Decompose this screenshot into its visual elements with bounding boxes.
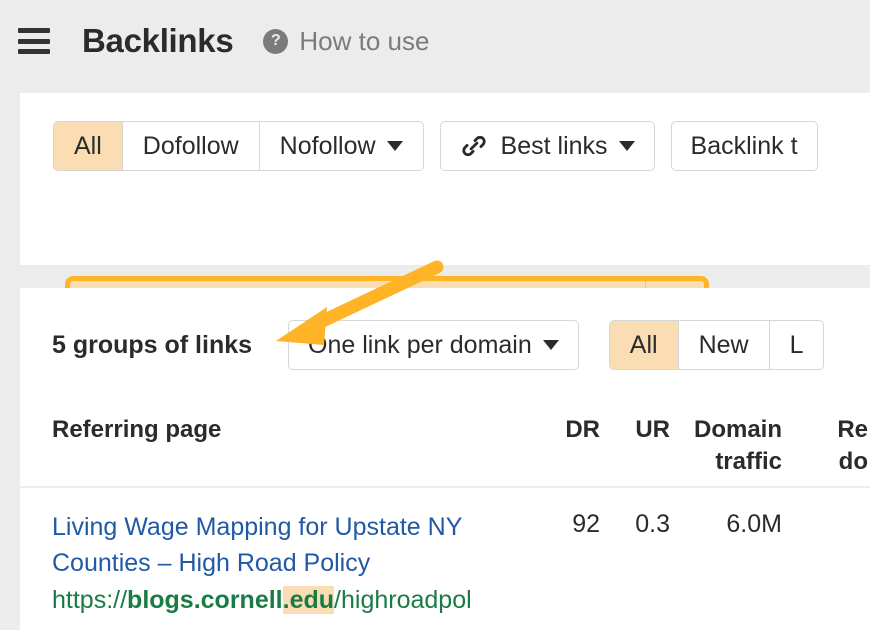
state-tab-lost[interactable]: L bbox=[770, 321, 824, 369]
how-to-use-label: How to use bbox=[299, 25, 430, 56]
url-domain: blogs.cornell bbox=[127, 586, 283, 614]
chevron-down-icon bbox=[386, 141, 403, 151]
column-header-domain-traffic[interactable]: Domain traffic bbox=[670, 414, 782, 479]
ur-value: 0.3 bbox=[635, 510, 670, 538]
column-header-referring-page[interactable]: Referring page bbox=[20, 414, 532, 446]
url-path: /highroadpol bbox=[334, 586, 472, 614]
url-domain-tld-highlight: .edu bbox=[282, 586, 335, 614]
app-header: Backlinks ? How to use bbox=[0, 0, 870, 82]
dr-value: 92 bbox=[572, 510, 600, 538]
how-to-use-link[interactable]: ? How to use bbox=[263, 26, 429, 57]
backlink-type-label: Backlink t bbox=[690, 131, 798, 160]
results-panel: 5 groups of links One link per domain Al… bbox=[20, 288, 870, 630]
backlinks-page: Backlinks ? How to use All Dofollow Nofo… bbox=[0, 0, 870, 630]
state-tab-new[interactable]: New bbox=[679, 321, 770, 369]
page-title: Backlinks bbox=[82, 22, 234, 59]
filters-panel: All Dofollow Nofollow Best links Backlin… bbox=[20, 93, 870, 334]
follow-tab-dofollow[interactable]: Dofollow bbox=[123, 122, 260, 170]
column-header-dr[interactable]: DR bbox=[532, 414, 600, 446]
follow-tab-nofollow-label: Nofollow bbox=[279, 131, 376, 160]
referring-page-title[interactable]: Living Wage Mapping for Upstate NY Count… bbox=[52, 510, 532, 581]
best-links-button[interactable]: Best links bbox=[439, 121, 655, 171]
column-header-domain-traffic-line2: traffic bbox=[715, 448, 782, 476]
groups-count-label: 5 groups of links bbox=[52, 330, 253, 359]
column-header-referring-domains[interactable]: Re do bbox=[782, 414, 868, 479]
chevron-down-icon bbox=[542, 340, 559, 350]
link-icon bbox=[460, 132, 488, 160]
state-tab-lost-label: L bbox=[789, 330, 804, 359]
referring-page-cell: Living Wage Mapping for Upstate NY Count… bbox=[20, 510, 532, 619]
backlink-type-button[interactable]: Backlink t bbox=[670, 121, 818, 171]
hamburger-menu-icon[interactable] bbox=[18, 28, 50, 54]
follow-tab-nofollow[interactable]: Nofollow bbox=[260, 122, 423, 170]
follow-tab-all-label: All bbox=[74, 131, 102, 160]
grouping-select-label: One link per domain bbox=[308, 330, 532, 359]
follow-type-segmented-control: All Dofollow Nofollow bbox=[53, 121, 424, 171]
results-toolbar: 5 groups of links One link per domain Al… bbox=[20, 288, 870, 402]
column-header-ur[interactable]: UR bbox=[600, 414, 670, 446]
state-tab-all[interactable]: All bbox=[609, 321, 679, 369]
chevron-down-icon bbox=[618, 141, 635, 151]
follow-tab-dofollow-label: Dofollow bbox=[142, 131, 239, 160]
table-header-row: Referring page DR UR Domain traffic Re d… bbox=[20, 402, 870, 488]
url-scheme: https:// bbox=[52, 586, 128, 614]
grouping-select[interactable]: One link per domain bbox=[288, 320, 579, 370]
column-header-referring-domains-line1: Re bbox=[837, 416, 868, 443]
question-mark-icon: ? bbox=[263, 28, 289, 54]
column-header-referring-domains-line2: do bbox=[838, 448, 868, 476]
state-tab-new-label: New bbox=[698, 330, 749, 359]
referring-page-url[interactable]: https://blogs.cornell.edu/highroadpol bbox=[52, 583, 532, 619]
column-header-domain-traffic-line1: Domain bbox=[693, 416, 782, 443]
domain-traffic-value: 6.0M bbox=[726, 510, 782, 538]
filter-controls-row: All Dofollow Nofollow Best links Backlin… bbox=[53, 121, 818, 171]
table-row: Living Wage Mapping for Upstate NY Count… bbox=[20, 488, 870, 619]
link-state-segmented-control: All New L bbox=[608, 320, 825, 370]
follow-tab-all[interactable]: All bbox=[54, 122, 123, 170]
best-links-label: Best links bbox=[500, 131, 608, 160]
state-tab-all-label: All bbox=[629, 330, 658, 359]
backlinks-table: Referring page DR UR Domain traffic Re d… bbox=[20, 402, 870, 619]
